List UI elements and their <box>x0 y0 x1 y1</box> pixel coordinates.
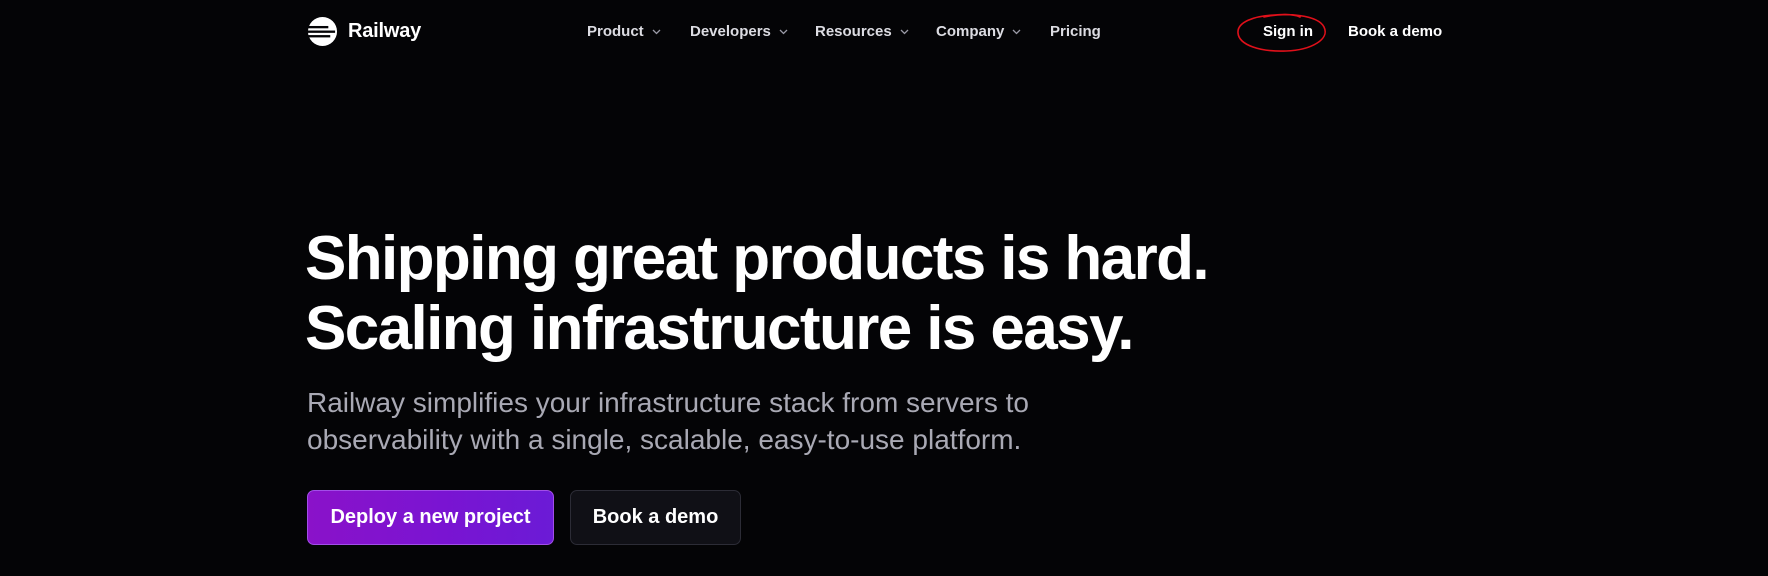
nav-item-company[interactable]: Company <box>936 19 1021 43</box>
chevron-down-icon <box>900 29 909 34</box>
nav-item-resources[interactable]: Resources <box>815 19 909 43</box>
nav-item-label: Company <box>936 22 1005 40</box>
nav-book-demo-link[interactable]: Book a demo <box>1348 19 1442 43</box>
top-nav: Railway Product Developers Resources Com… <box>0 0 1768 62</box>
deploy-project-button[interactable]: Deploy a new project <box>307 490 554 545</box>
hero-title: Shipping great products is hard. Scaling… <box>305 224 1210 364</box>
hero-title-line: Shipping great products is hard. <box>305 224 1210 293</box>
nav-item-label: Pricing <box>1050 22 1101 40</box>
book-demo-button[interactable]: Book a demo <box>570 490 741 545</box>
chevron-down-icon <box>1012 29 1021 34</box>
hero-subtitle-line: observability with a single, scalable, e… <box>307 424 1022 455</box>
nav-item-label: Resources <box>815 22 892 40</box>
nav-item-label: Product <box>587 22 644 40</box>
sign-in-link[interactable]: Sign in <box>1263 19 1313 43</box>
chevron-down-icon <box>779 29 788 34</box>
railway-logo-icon <box>307 16 338 46</box>
nav-item-developers[interactable]: Developers <box>690 19 788 43</box>
nav-item-product[interactable]: Product <box>587 19 661 43</box>
nav-item-label: Developers <box>690 22 771 40</box>
brand-name: Railway <box>348 19 422 42</box>
hero-subtitle-line: Railway simplifies your infrastructure s… <box>307 387 1029 418</box>
chevron-down-icon <box>652 29 661 34</box>
nav-item-pricing[interactable]: Pricing <box>1050 19 1101 43</box>
hero-subtitle: Railway simplifies your infrastructure s… <box>307 384 1127 458</box>
brand-logo-link[interactable]: Railway <box>307 15 421 47</box>
landing-page: Railway Product Developers Resources Com… <box>0 0 1768 576</box>
hero-title-line: Scaling infrastructure is easy. <box>305 294 1135 363</box>
